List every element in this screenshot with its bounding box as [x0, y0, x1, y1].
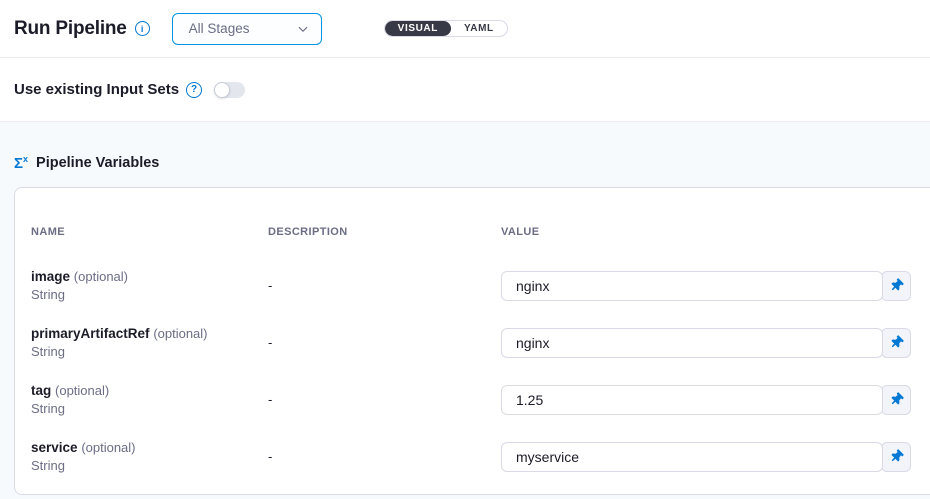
column-header-value: VALUE: [501, 226, 930, 238]
variable-description: -: [268, 449, 501, 464]
variable-type: String: [31, 458, 268, 473]
column-header-description: DESCRIPTION: [268, 226, 501, 238]
value-input-group: [501, 328, 911, 358]
table-row: image (optional) String -: [31, 257, 930, 314]
variable-name: tag: [31, 383, 51, 398]
stage-selector-dropdown[interactable]: All Stages: [172, 13, 322, 45]
pin-icon: [890, 336, 903, 349]
variable-optional: (optional): [74, 269, 128, 284]
pin-button[interactable]: [881, 385, 911, 415]
info-icon[interactable]: i: [135, 21, 150, 36]
input-sets-label: Use existing Input Sets: [14, 81, 179, 98]
page-title: Run Pipeline: [14, 18, 127, 40]
value-input[interactable]: [501, 328, 883, 358]
run-pipeline-page: Run Pipeline i All Stages VISUAL YAML Us…: [0, 0, 930, 499]
variable-description: -: [268, 335, 501, 350]
variables-card: NAME DESCRIPTION VALUE image (optional) …: [14, 187, 930, 495]
variable-name-cell: service (optional) String: [31, 440, 268, 473]
topbar: Run Pipeline i All Stages VISUAL YAML: [0, 0, 930, 58]
variable-name-cell: image (optional) String: [31, 269, 268, 302]
variable-description: -: [268, 392, 501, 407]
value-input[interactable]: [501, 271, 883, 301]
help-icon[interactable]: ?: [186, 82, 202, 98]
variable-name: service: [31, 440, 78, 455]
value-input-group: [501, 385, 911, 415]
pin-icon: [890, 393, 903, 406]
table-header: NAME DESCRIPTION VALUE: [31, 226, 930, 240]
pin-button[interactable]: [881, 328, 911, 358]
value-input-group: [501, 442, 911, 472]
table-row: tag (optional) String -: [31, 371, 930, 428]
variable-name-cell: primaryArtifactRef (optional) String: [31, 326, 268, 359]
pin-button[interactable]: [881, 442, 911, 472]
table-row: primaryArtifactRef (optional) String -: [31, 314, 930, 371]
pin-icon: [890, 450, 903, 463]
table-row: service (optional) String -: [31, 428, 930, 485]
column-header-name: NAME: [31, 226, 268, 238]
input-sets-row: Use existing Input Sets ?: [0, 58, 930, 122]
variable-type: String: [31, 287, 268, 302]
sigma-variables-icon: Σx: [14, 155, 28, 171]
variable-name-cell: tag (optional) String: [31, 383, 268, 416]
variable-type: String: [31, 401, 268, 416]
chevron-down-icon: [297, 23, 309, 35]
pipeline-variables-heading: Σx Pipeline Variables: [14, 155, 930, 171]
pipeline-variables-title: Pipeline Variables: [36, 155, 159, 171]
variable-type: String: [31, 344, 268, 359]
view-mode-toggle: VISUAL YAML: [384, 20, 508, 37]
variable-optional: (optional): [81, 440, 135, 455]
variable-optional: (optional): [153, 326, 207, 341]
stage-selector-label: All Stages: [189, 21, 250, 36]
variable-name: image: [31, 269, 70, 284]
value-input[interactable]: [501, 385, 883, 415]
variable-optional: (optional): [55, 383, 109, 398]
pin-icon: [890, 279, 903, 292]
variable-description: -: [268, 278, 501, 293]
variable-name: primaryArtifactRef: [31, 326, 150, 341]
tab-visual[interactable]: VISUAL: [385, 21, 451, 36]
value-input[interactable]: [501, 442, 883, 472]
value-input-group: [501, 271, 911, 301]
pipeline-variables-section: Σx Pipeline Variables NAME DESCRIPTION V…: [0, 122, 930, 499]
pin-button[interactable]: [881, 271, 911, 301]
toggle-knob: [214, 82, 230, 98]
input-sets-toggle[interactable]: [214, 82, 245, 98]
tab-yaml[interactable]: YAML: [451, 21, 507, 36]
